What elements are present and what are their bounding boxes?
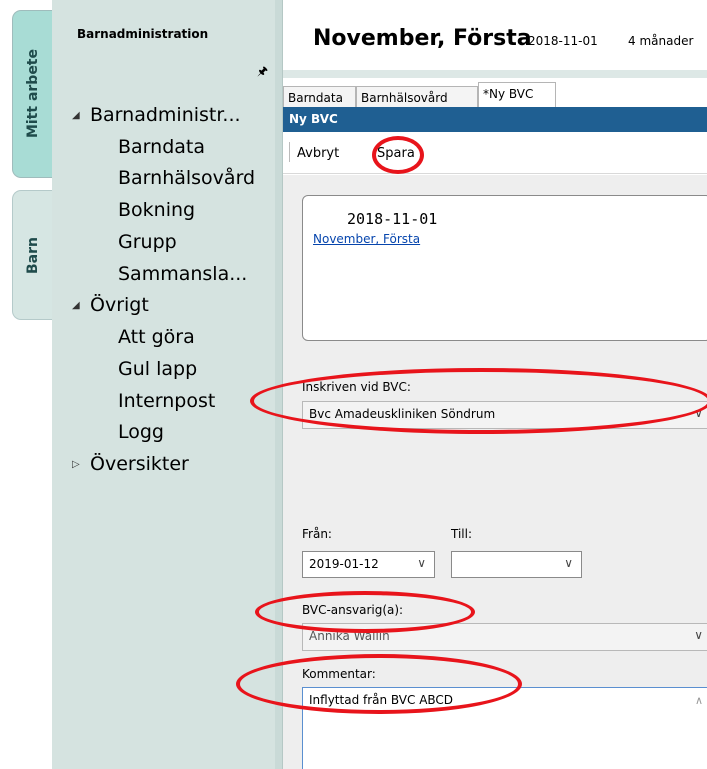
chevron-down-icon[interactable]: ∨ <box>417 556 426 570</box>
inskriven-label: Inskriven vid BVC: <box>302 380 411 394</box>
kommentar-text: Inflyttad från BVC ABCD <box>309 693 454 707</box>
ansvarig-select-value: Annika Wallin <box>309 629 390 643</box>
tree-item-grupp[interactable]: Grupp <box>118 231 177 253</box>
kommentar-label: Kommentar: <box>302 667 376 681</box>
header-divider <box>283 70 707 78</box>
tree-item-att-gora[interactable]: Att göra <box>118 326 195 348</box>
patient-link[interactable]: November, Första <box>313 232 420 246</box>
tab-label: *Ny BVC <box>483 87 534 101</box>
cancel-button[interactable]: Avbryt <box>297 146 339 161</box>
tree-item-label: Logg <box>118 421 164 443</box>
toolbar-separator <box>289 142 290 162</box>
tab-label: Barndata <box>288 91 343 105</box>
tree-item-label: Barndata <box>118 136 205 158</box>
tree-item-label: Grupp <box>118 231 177 253</box>
tree-item-label: Att göra <box>118 326 195 348</box>
pin-icon[interactable]: 🖈︎ <box>257 62 268 83</box>
tree-item-barndata[interactable]: Barndata <box>118 136 205 158</box>
tree-item-label: Internpost <box>118 390 216 412</box>
navigation-panel: Barnadministration 🖈︎ ◢ Barnadministr... … <box>52 0 275 769</box>
tab-bar: Barndata Barnhälsovård *Ny BVC <box>283 80 707 107</box>
tree-item-gul-lapp[interactable]: Gul lapp <box>118 358 197 380</box>
tree-item-label: Övrigt <box>90 294 149 316</box>
form-area: 2018-11-01 November, Första Inskriven vi… <box>283 175 707 769</box>
tab-barndata[interactable]: Barndata <box>283 86 356 107</box>
patient-age: 4 månader <box>628 34 694 48</box>
toolbar: Avbryt Spara <box>283 132 707 174</box>
bvc-select-value: Bvc Amadeuskliniken Söndrum <box>309 407 496 421</box>
fran-label: Från: <box>302 527 332 541</box>
tree-item-sammanslagning[interactable]: Sammansla... <box>118 263 247 285</box>
patient-birth-date: 2018-11-01 <box>528 34 598 48</box>
tree-item-label: Bokning <box>118 199 196 221</box>
fran-date-picker[interactable]: 2019-01-12 ∨ <box>302 551 435 578</box>
tree-item-label: Översikter <box>90 453 189 475</box>
chevron-down-icon[interactable]: ∨ <box>694 628 703 642</box>
ansvarig-label: BVC-ansvarig(a): <box>302 603 404 617</box>
collapsed-arrow-icon[interactable]: ▷ <box>72 459 90 470</box>
scroll-up-icon[interactable]: ∧ <box>695 694 703 707</box>
save-button[interactable]: Spara <box>377 146 415 161</box>
tree-item-internpost[interactable]: Internpost <box>118 390 215 412</box>
tab-barnhalsovard[interactable]: Barnhälsovård <box>356 86 478 107</box>
tree-item-logg[interactable]: Logg <box>118 421 164 443</box>
side-tab-barn[interactable]: Barn <box>12 190 52 320</box>
tree-item-barnadministration[interactable]: ◢ Barnadministr... <box>72 104 241 126</box>
ansvarig-select[interactable]: Annika Wallin ∨ <box>302 623 707 651</box>
till-label: Till: <box>451 527 473 541</box>
patient-header: November, Första 2018-11-01 4 månader <box>283 0 707 72</box>
expanded-arrow-icon[interactable]: ◢ <box>72 300 90 311</box>
nav-title: Barnadministration <box>77 27 209 41</box>
patient-name: November, Första <box>313 26 532 51</box>
panel-title: Ny BVC <box>283 107 707 132</box>
side-tab-mitt-arbete[interactable]: Mitt arbete <box>12 10 52 178</box>
expanded-arrow-icon[interactable]: ◢ <box>72 110 90 121</box>
side-tab-mitt-arbete-label: Mitt arbete <box>24 49 41 139</box>
till-date-picker[interactable]: ∨ <box>451 551 582 578</box>
chevron-down-icon[interactable]: ∨ <box>564 556 573 570</box>
fran-date-value: 2019-01-12 <box>309 557 379 571</box>
tree-item-bokning[interactable]: Bokning <box>118 199 195 221</box>
tab-label: Barnhälsovård <box>361 91 448 105</box>
panel-splitter[interactable] <box>275 0 283 769</box>
tree-item-label: Sammansla... <box>118 263 248 285</box>
info-box: 2018-11-01 November, Första <box>302 195 707 341</box>
tab-ny-bvc[interactable]: *Ny BVC <box>478 82 556 107</box>
kommentar-textarea[interactable]: Inflyttad från BVC ABCD ∧ <box>302 687 707 769</box>
tree-item-oversikter[interactable]: ▷ Översikter <box>72 453 189 475</box>
bvc-select[interactable]: Bvc Amadeuskliniken Söndrum ∨ <box>302 401 707 429</box>
chevron-down-icon[interactable]: ∨ <box>694 406 703 420</box>
info-date: 2018-11-01 <box>347 210 438 228</box>
tree-item-barnhalsovard[interactable]: Barnhälsovård <box>118 167 255 189</box>
tree-item-label: Gul lapp <box>118 358 198 380</box>
side-tab-barn-label: Barn <box>24 236 41 274</box>
tree-item-label: Barnhälsovård <box>118 167 256 189</box>
tree-item-label: Barnadministr... <box>90 104 241 126</box>
tree-item-ovrigt[interactable]: ◢ Övrigt <box>72 294 149 316</box>
side-tab-strip: Mitt arbete Barn <box>0 0 52 769</box>
